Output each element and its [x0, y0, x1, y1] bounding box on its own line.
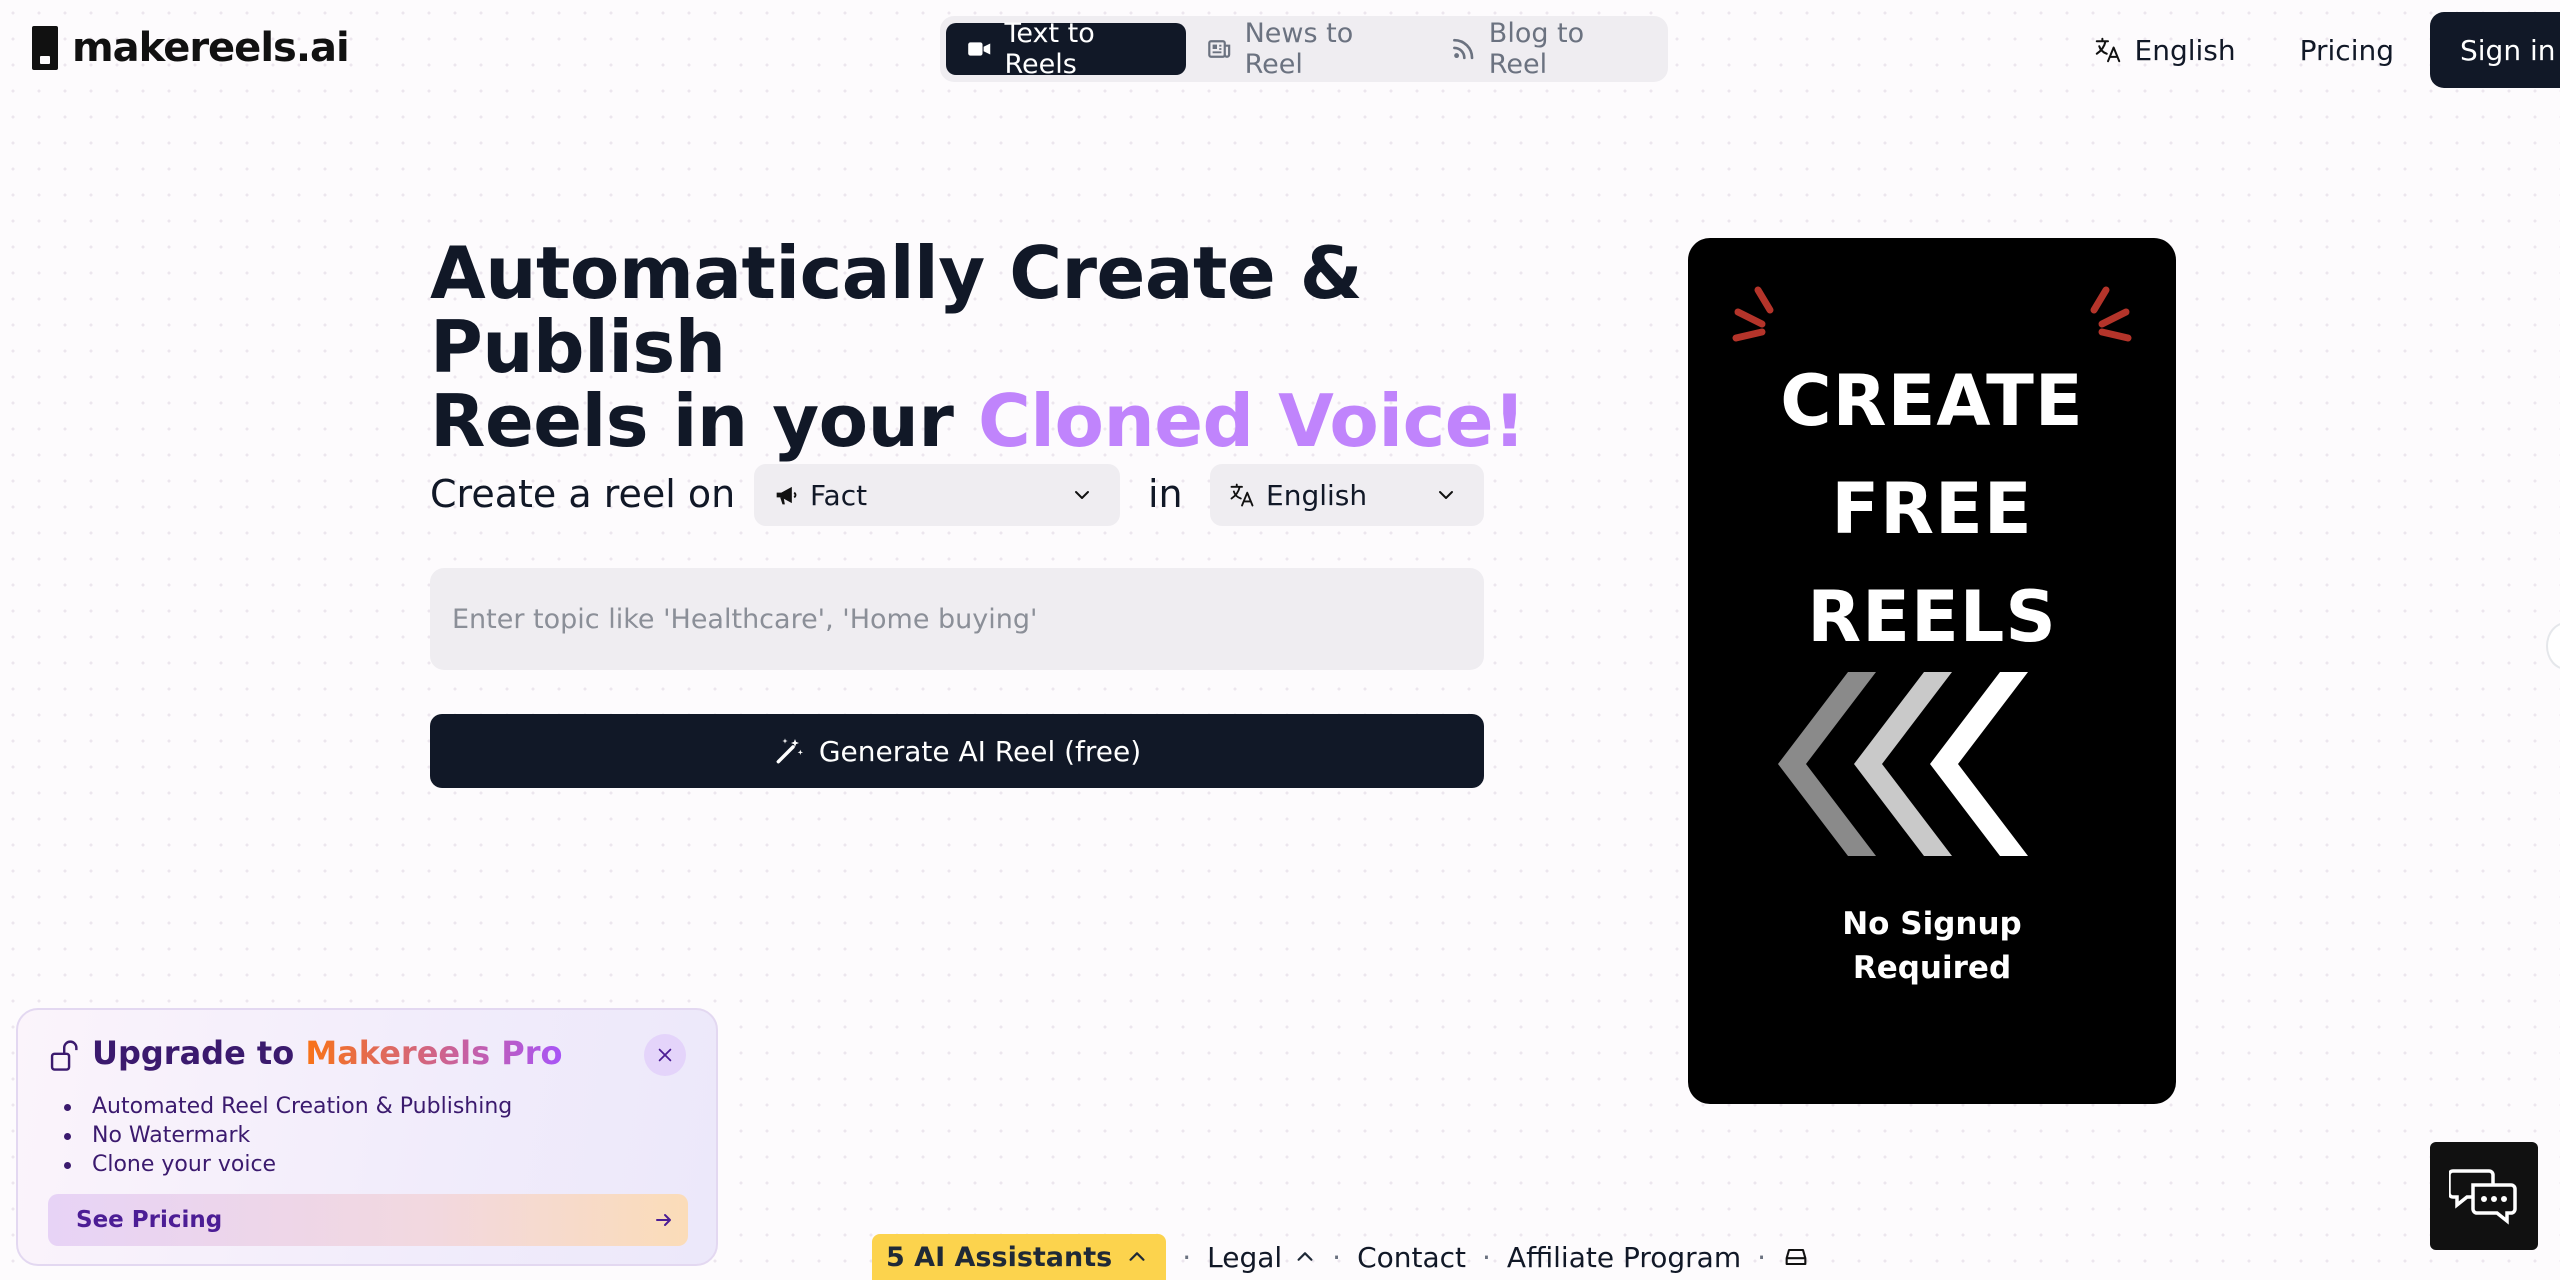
promo-line-2: FREE	[1831, 468, 2033, 550]
feature-item: Clone your voice	[63, 1150, 512, 1179]
chevron-down-icon	[1439, 491, 1453, 499]
unlock-icon	[50, 1040, 78, 1071]
tab-label: Text to Reels	[1004, 18, 1095, 80]
megaphone-icon	[776, 486, 797, 505]
language-label: English	[2134, 33, 2236, 67]
topic-input[interactable]	[430, 568, 1484, 670]
close-icon	[658, 1048, 672, 1062]
in-label: in	[1148, 472, 1183, 516]
chevron-down-icon	[1075, 491, 1089, 499]
chevron-up-icon	[1297, 1252, 1313, 1261]
title-accent: Cloned Voice!	[977, 379, 1526, 463]
promo-line-3: REELS	[1807, 576, 2057, 658]
chat-bubbles-icon	[2449, 1169, 2517, 1225]
affiliate-link[interactable]: Affiliate Program	[1507, 1241, 1741, 1274]
upgrade-pro-card: Upgrade to Makereels Pro Automated Reel …	[16, 1008, 718, 1266]
video-icon	[968, 42, 991, 56]
spark-lines-right	[2090, 286, 2132, 342]
legal-label: Legal	[1207, 1240, 1283, 1274]
promo-sub-2: Required	[1852, 950, 2012, 986]
generate-reel-button[interactable]: Generate AI Reel (free)	[430, 714, 1484, 788]
create-label: Create a reel on	[430, 472, 736, 516]
separator-dot: ·	[1182, 1240, 1192, 1274]
upgrade-title-prefix: Upgrade to	[92, 1034, 306, 1072]
see-pricing-button[interactable]: See Pricing	[48, 1194, 688, 1246]
logo-icon	[32, 26, 58, 70]
title-line-1: Automatically Create & Publish	[430, 231, 1363, 389]
language-switcher[interactable]: English	[2093, 34, 2236, 67]
top-navbar: makereels.ai Text to Reels News to Reel …	[0, 0, 2560, 100]
topic-type-value: Fact	[810, 478, 868, 512]
ai-assistants-label: 5 AI Assistants	[886, 1241, 1113, 1273]
inbox-icon[interactable]	[1782, 1243, 1810, 1271]
topic-type-select[interactable]: Fact	[754, 464, 1120, 526]
brand-logo[interactable]: makereels.ai	[32, 24, 350, 72]
magic-wand-icon	[776, 738, 803, 764]
upgrade-features: Automated Reel Creation & Publishing No …	[63, 1092, 513, 1179]
footer-bar: 5 AI Assistants · Legal · Contact · Affi…	[872, 1234, 1810, 1280]
see-pricing-label: See Pricing	[76, 1207, 223, 1233]
mode-tabs: Text to Reels News to Reel Blog to Reel	[940, 16, 1668, 82]
arrow-right-icon	[656, 1214, 671, 1226]
promo-sub-1: No Signup	[1842, 906, 2022, 942]
tab-text-to-reels[interactable]: Text to Reels	[946, 18, 1187, 80]
chevron-left-light	[1930, 672, 2028, 856]
brand-name: makereels.ai	[72, 25, 350, 71]
spark-lines-left	[1732, 286, 1774, 342]
close-upgrade-button[interactable]	[644, 1034, 686, 1076]
upgrade-title: Upgrade to Makereels Pro	[92, 1034, 562, 1072]
nav-right: English Pricing Sign in	[2093, 12, 2560, 88]
separator-dot: ·	[1332, 1240, 1342, 1274]
pricing-link[interactable]: Pricing	[2300, 34, 2394, 67]
translate-icon	[1230, 483, 1254, 507]
promo-line-1: CREATE	[1780, 360, 2084, 442]
tab-label: Blog to Reel	[1488, 18, 1585, 80]
title-line-2-prefix: Reels in your	[430, 379, 978, 463]
promo-reel-card[interactable]: CREATE FREE REELS No Signup Required	[1688, 238, 2176, 1104]
contact-link[interactable]: Contact	[1357, 1241, 1466, 1274]
sign-in-button[interactable]: Sign in	[2430, 12, 2560, 88]
chevron-up-icon	[1129, 1252, 1145, 1261]
ai-assistants-button[interactable]: 5 AI Assistants	[872, 1234, 1167, 1280]
tab-label: News to Reel	[1244, 18, 1354, 80]
legal-menu[interactable]: Legal	[1207, 1241, 1316, 1274]
separator-dot: ·	[1757, 1240, 1767, 1274]
feature-item: Automated Reel Creation & Publishing	[63, 1094, 513, 1119]
carousel-next-button[interactable]	[2546, 622, 2560, 670]
reel-language-value: English	[1266, 478, 1368, 512]
rss-icon	[1453, 38, 1474, 60]
generate-label: Generate AI Reel (free)	[818, 734, 1142, 768]
create-reel-row: Create a reel on Fact in English	[430, 464, 1484, 526]
page-title: Automatically Create & Publish Reels in …	[430, 236, 1530, 458]
translate-icon	[2095, 37, 2120, 63]
tab-news-to-reel[interactable]: News to Reel	[1186, 18, 1430, 80]
tab-blog-to-reel[interactable]: Blog to Reel	[1430, 18, 1662, 80]
feature-item: No Watermark	[63, 1121, 512, 1150]
newspaper-icon	[1208, 40, 1231, 58]
upgrade-title-accent: Makereels Pro	[305, 1034, 563, 1072]
reel-language-select[interactable]: English	[1210, 464, 1484, 526]
chat-widget-button[interactable]	[2430, 1142, 2538, 1250]
separator-dot: ·	[1482, 1240, 1491, 1274]
